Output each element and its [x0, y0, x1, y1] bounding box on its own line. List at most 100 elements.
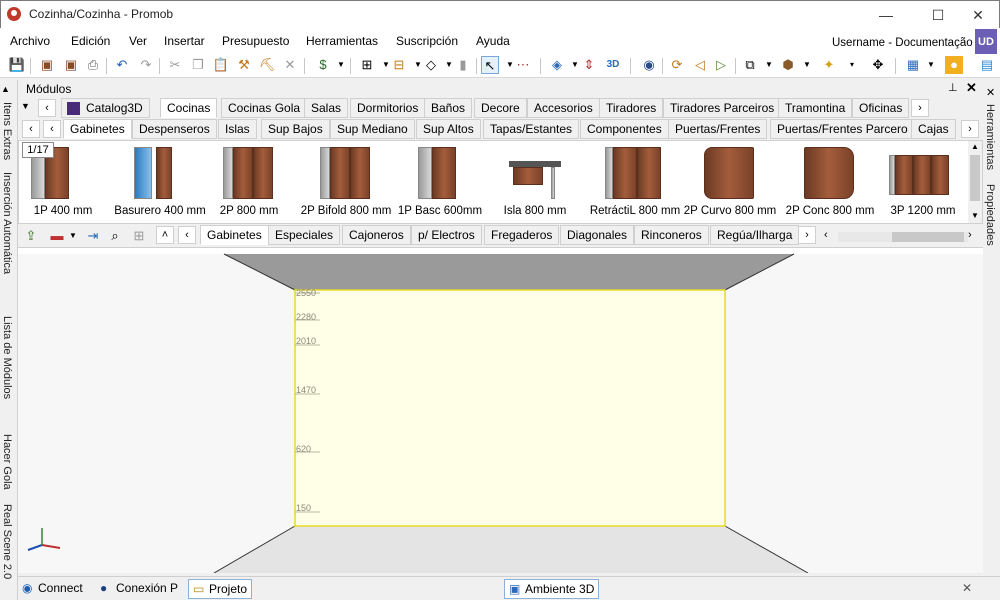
tab-cajas[interactable]: Cajas [911, 119, 956, 139]
pin-icon[interactable]: ⊥ [948, 81, 958, 94]
sub-scroll-right-button[interactable]: › [798, 226, 816, 244]
category-scroll-right-button[interactable]: › [961, 120, 979, 138]
tab-puertas-frentes-parcero[interactable]: Puertas/Frentes Parcero [770, 119, 915, 139]
tab-dormitorios[interactable]: Dormitorios [350, 98, 426, 118]
tab-puertas-frentes[interactable]: Puertas/Frentes [668, 119, 768, 139]
tab-sup-bajos[interactable]: Sup Bajos [261, 119, 330, 139]
tab-oficinas[interactable]: Oficinas [852, 98, 910, 118]
tab-salas[interactable]: Salas [304, 98, 349, 118]
hammer-icon[interactable]: ⚒ [235, 56, 253, 74]
hscroll-right-icon[interactable]: › [968, 229, 972, 241]
module-item[interactable]: 3P 1200 mm [877, 145, 969, 223]
tab-banos[interactable]: Baños [424, 98, 473, 118]
menu-ver[interactable]: Ver [129, 34, 147, 48]
tab-especiales[interactable]: Especiales [268, 225, 341, 245]
tab-diagonales[interactable]: Diagonales [560, 225, 635, 245]
viewport-3d[interactable]: 2550 2280 2010 1470 620 150 [18, 248, 983, 573]
module-item[interactable]: Isla 800 mm [489, 145, 581, 223]
budget-icon[interactable]: $ [314, 56, 332, 74]
items-scrollbar[interactable]: ▲ ▼ [968, 141, 982, 223]
minimize-button[interactable]: — [863, 1, 909, 29]
user-avatar[interactable]: UD [975, 29, 997, 56]
delete-icon[interactable]: ✕ [281, 56, 299, 74]
tab-hacer-gola[interactable]: Hacer Gola [1, 434, 13, 490]
tab-componentes[interactable]: Componentes [580, 119, 669, 139]
render-settings-icon[interactable]: ▣ [62, 56, 80, 74]
module-item[interactable]: 2P Bifold 800 mm [300, 145, 392, 223]
select-cursor-icon[interactable]: ↖ [481, 56, 499, 74]
window-view-icon[interactable]: ⧉ [741, 56, 759, 74]
scrollbar-thumb[interactable] [970, 155, 980, 201]
tab-insercion-automatica[interactable]: Inserción Automática [1, 172, 13, 274]
menu-ayuda[interactable]: Ayuda [476, 34, 510, 48]
module-item[interactable]: 2P 800 mm [203, 145, 295, 223]
chevron-down-icon[interactable]: ▼ [922, 56, 940, 74]
tab-catalog3d[interactable]: Catalog3D [61, 98, 150, 118]
tab-sup-mediano[interactable]: Sup Mediano [330, 119, 415, 139]
insert-icon[interactable]: ⇪ [22, 227, 40, 245]
category-scroll-left-button[interactable]: ‹ [22, 120, 40, 138]
menu-archivo[interactable]: Archivo [10, 34, 50, 48]
module-item[interactable]: 2P Curvo 800 mm [684, 145, 776, 223]
catalog-scroll-left-button[interactable]: ‹ [38, 99, 56, 117]
binoculars-icon[interactable]: ⌕ [106, 227, 124, 245]
tab-itens-extras[interactable]: Itens Extras [1, 102, 13, 160]
tab-cocinas-gola[interactable]: Cocinas Gola [221, 98, 308, 118]
tab-accesorios[interactable]: Accesorios [527, 98, 600, 118]
menu-herramientas[interactable]: Herramientas [306, 34, 378, 48]
tab-tramontina[interactable]: Tramontina [778, 98, 853, 118]
tab-herramientas[interactable]: Herramientas [984, 104, 996, 170]
catalog-scroll-right-button[interactable]: › [911, 99, 929, 117]
measure-icon[interactable]: ⋯ [514, 56, 532, 74]
tab-despenseros[interactable]: Despenseros [132, 119, 217, 139]
tab-fregaderos[interactable]: Fregaderos [484, 225, 560, 245]
sub-scroll-left-small-button[interactable]: ‹ [178, 226, 196, 244]
tab-projeto[interactable]: ▭ Projeto [188, 579, 253, 599]
chevron-down-icon[interactable]: ▼ [798, 56, 816, 74]
tab-cajoneros[interactable]: Cajoneros [342, 225, 411, 245]
eye-icon[interactable]: ◉ [640, 56, 658, 74]
paste-icon[interactable]: 📋 [212, 56, 230, 74]
tab-regua-ilharga[interactable]: Regúa/Ilharga [710, 225, 800, 245]
tab-electros[interactable]: p/ Electros [411, 225, 482, 245]
module-item[interactable]: 1P Basc 600mm [394, 145, 486, 223]
tab-decore[interactable]: Decore [474, 98, 527, 118]
layers-icon[interactable]: ◈ [548, 56, 566, 74]
chevron-down-icon[interactable]: ▼ [332, 56, 350, 74]
tab-tiradores[interactable]: Tiradores [599, 98, 664, 118]
scrollbar-thumb[interactable] [892, 232, 964, 242]
tab-sub-gabinetes[interactable]: Gabinetes [200, 225, 269, 245]
copy-icon[interactable]: ❐ [189, 56, 207, 74]
paint-icon[interactable]: ⛏ [258, 56, 276, 74]
tab-connect[interactable]: ◉ Connect [18, 579, 87, 599]
tab-tiradores-parceiros[interactable]: Tiradores Parceiros [663, 98, 782, 118]
filter-icon[interactable]: ⊞ [130, 227, 148, 245]
hscroll-left-icon[interactable]: ‹ [824, 229, 828, 241]
move-left-icon[interactable]: ◁ [691, 56, 709, 74]
render-icon[interactable]: ▣ [38, 56, 56, 74]
layout-icon[interactable]: ⊞ [358, 56, 376, 74]
view-3d-icon[interactable]: 3D [604, 56, 622, 74]
module-item[interactable]: RetráctiL 800 mm [589, 145, 681, 223]
redo-icon[interactable]: ↷ [137, 56, 155, 74]
tab-tapas-estantes[interactable]: Tapas/Estantes [483, 119, 580, 139]
sub-scroll-left-button[interactable]: ˄ [156, 226, 174, 244]
scroll-up-icon[interactable]: ▲ [1, 84, 10, 94]
scroll-down-icon[interactable]: ▼ [971, 211, 979, 220]
tab-rinconeros[interactable]: Rinconeros [634, 225, 709, 245]
cut-icon[interactable]: ✂ [166, 56, 184, 74]
import-icon[interactable]: ⇥ [84, 227, 102, 245]
tab-real-scene[interactable]: Real Scene 2.0 [1, 504, 13, 579]
close-viewport-icon[interactable]: ✕ [962, 581, 972, 595]
palette-icon[interactable]: ▦ [904, 56, 922, 74]
category-scroll-left-small-button[interactable]: ‹ [43, 120, 61, 138]
menu-insertar[interactable]: Insertar [164, 34, 205, 48]
box-icon[interactable]: ⬢ [779, 56, 797, 74]
chat-icon[interactable]: ▤ [978, 56, 996, 74]
chevron-down-icon[interactable]: ▾ [843, 56, 861, 74]
chevron-down-icon[interactable]: ▼ [64, 227, 82, 245]
wall-icon[interactable]: ▮ [454, 56, 472, 74]
module-item[interactable]: 2P Conc 800 mm [784, 145, 876, 223]
panel-close-icon[interactable]: ✕ [966, 80, 977, 96]
save-icon[interactable]: 💾 [8, 56, 26, 74]
